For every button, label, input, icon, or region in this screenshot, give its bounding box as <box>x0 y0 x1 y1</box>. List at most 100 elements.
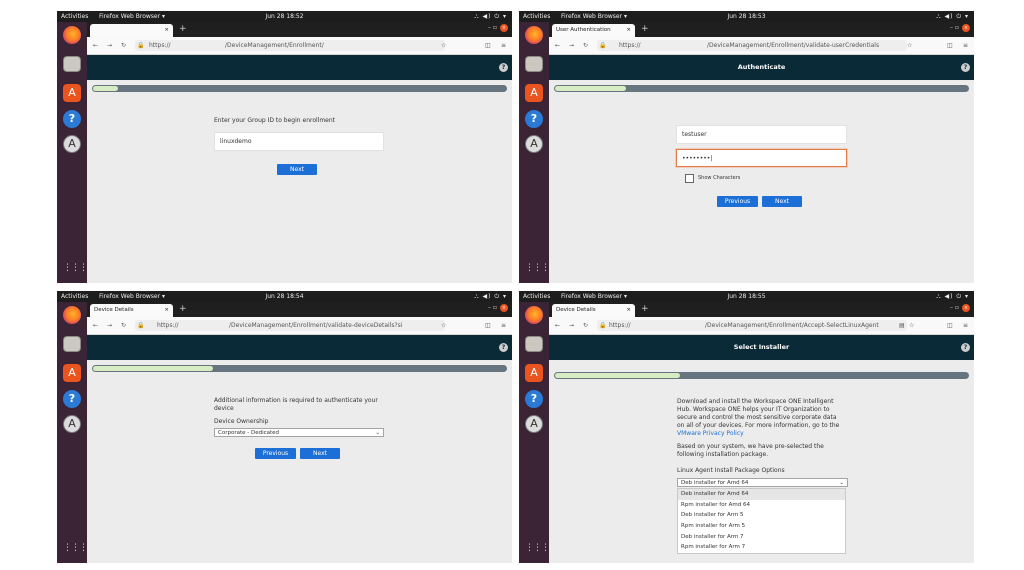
min-max-icons[interactable]: – ▫ <box>950 24 959 31</box>
updater-icon[interactable]: A <box>525 135 543 153</box>
system-tray[interactable]: ⛬ ◀) ⏻ ▾ <box>936 291 969 302</box>
firefox-icon[interactable] <box>63 306 81 324</box>
updater-icon[interactable]: A <box>525 415 543 433</box>
updater-icon[interactable]: A <box>63 135 81 153</box>
privacy-policy-link[interactable]: VMware Privacy Policy <box>677 430 744 437</box>
bookmark-star-icon[interactable]: ☆ <box>441 317 446 334</box>
help-question-icon[interactable]: ? <box>499 343 508 352</box>
url-bar[interactable]: 🔒 https:// /DeviceManagement/Enrollment/ <box>135 40 445 51</box>
url-bar[interactable]: 🔒 https:// /DeviceManagement/Enrollment/… <box>597 40 907 51</box>
help-icon[interactable]: ? <box>525 390 543 408</box>
browser-tab[interactable]: × <box>90 24 173 37</box>
forward-icon[interactable]: → <box>569 37 574 54</box>
software-store-icon[interactable]: A <box>63 364 81 382</box>
close-tab-icon[interactable]: × <box>164 304 169 317</box>
ownership-select[interactable]: Corporate - Dedicated ⌄ <box>214 428 384 437</box>
pocket-icon[interactable]: ◫ <box>485 317 491 334</box>
app-menu[interactable]: Firefox Web Browser ▾ <box>561 291 627 302</box>
system-tray[interactable]: ⛬ ◀) ⏻ ▾ <box>474 11 507 22</box>
clock[interactable]: Jun 28 18:52 <box>265 11 303 22</box>
username-input[interactable]: testuser <box>676 125 847 144</box>
files-icon[interactable] <box>525 336 543 352</box>
files-icon[interactable] <box>63 336 81 352</box>
pocket-icon[interactable]: ◫ <box>485 37 491 54</box>
forward-icon[interactable]: → <box>107 317 112 334</box>
package-select[interactable]: Deb installer for Amd 64 ⌄ <box>677 478 848 487</box>
option-rpm-amd64[interactable]: Rpm installer for Amd 64 <box>678 500 845 511</box>
menu-icon[interactable]: ≡ <box>501 317 506 334</box>
menu-icon[interactable]: ≡ <box>963 37 968 54</box>
min-max-icons[interactable]: – ▫ <box>488 304 497 311</box>
files-icon[interactable] <box>63 56 81 72</box>
window-close-icon[interactable]: × <box>500 304 508 312</box>
app-grid-icon[interactable]: ⋮⋮⋮ <box>525 539 550 557</box>
app-grid-icon[interactable]: ⋮⋮⋮ <box>525 259 550 277</box>
software-store-icon[interactable]: A <box>63 84 81 102</box>
option-rpm-arm7[interactable]: Rpm installer for Arm 7 <box>678 542 845 553</box>
activities-button[interactable]: Activities <box>523 11 550 22</box>
browser-tab[interactable]: Device Details × <box>552 304 635 317</box>
reader-view-icon[interactable]: ▤ <box>899 317 905 334</box>
show-characters-checkbox[interactable] <box>685 174 694 183</box>
clock[interactable]: Jun 28 18:55 <box>727 291 765 302</box>
menu-icon[interactable]: ≡ <box>963 317 968 334</box>
url-bar[interactable]: 🔒 https:// /DeviceManagement/Enrollment/… <box>135 320 445 331</box>
app-grid-icon[interactable]: ⋮⋮⋮ <box>63 539 88 557</box>
option-deb-arm7[interactable]: Deb installer for Arm 7 <box>678 532 845 543</box>
clock[interactable]: Jun 28 18:53 <box>727 11 765 22</box>
software-store-icon[interactable]: A <box>525 84 543 102</box>
window-close-icon[interactable]: × <box>962 304 970 312</box>
browser-tab[interactable]: User Authentication × <box>552 24 635 37</box>
software-store-icon[interactable]: A <box>525 364 543 382</box>
app-grid-icon[interactable]: ⋮⋮⋮ <box>63 259 88 277</box>
reload-icon[interactable]: ↻ <box>583 317 588 334</box>
browser-tab[interactable]: Device Details × <box>90 304 173 317</box>
reload-icon[interactable]: ↻ <box>121 37 126 54</box>
new-tab-button[interactable]: + <box>179 302 187 317</box>
new-tab-button[interactable]: + <box>641 302 649 317</box>
password-input[interactable]: ••••••••| <box>676 149 847 167</box>
reload-icon[interactable]: ↻ <box>583 37 588 54</box>
firefox-icon[interactable] <box>63 26 81 44</box>
activities-button[interactable]: Activities <box>61 291 88 302</box>
app-menu[interactable]: Firefox Web Browser ▾ <box>99 291 165 302</box>
min-max-icons[interactable]: – ▫ <box>488 24 497 31</box>
url-bar[interactable]: 🔒 https:// /DeviceManagement/Enrollment/… <box>597 320 907 331</box>
new-tab-button[interactable]: + <box>179 22 187 37</box>
pocket-icon[interactable]: ◫ <box>947 37 953 54</box>
app-menu[interactable]: Firefox Web Browser ▾ <box>99 11 165 22</box>
option-deb-amd64[interactable]: Deb installer for Amd 64 <box>678 489 845 500</box>
next-button[interactable]: Next <box>277 164 317 175</box>
option-deb-arm5[interactable]: Deb installer for Arm 5 <box>678 510 845 521</box>
help-question-icon[interactable]: ? <box>961 343 970 352</box>
new-tab-button[interactable]: + <box>641 22 649 37</box>
close-tab-icon[interactable]: × <box>626 24 631 37</box>
activities-button[interactable]: Activities <box>61 11 88 22</box>
forward-icon[interactable]: → <box>107 37 112 54</box>
files-icon[interactable] <box>525 56 543 72</box>
bookmark-star-icon[interactable]: ☆ <box>441 37 446 54</box>
reload-icon[interactable]: ↻ <box>121 317 126 334</box>
min-max-icons[interactable]: – ▫ <box>950 304 959 311</box>
option-rpm-arm5[interactable]: Rpm installer for Arm 5 <box>678 521 845 532</box>
previous-button[interactable]: Previous <box>255 448 296 459</box>
help-question-icon[interactable]: ? <box>961 63 970 72</box>
back-icon[interactable]: ← <box>93 37 98 54</box>
bookmark-star-icon[interactable]: ☆ <box>909 317 914 334</box>
system-tray[interactable]: ⛬ ◀) ⏻ ▾ <box>474 291 507 302</box>
pocket-icon[interactable]: ◫ <box>947 317 953 334</box>
forward-icon[interactable]: → <box>569 317 574 334</box>
previous-button[interactable]: Previous <box>717 196 758 207</box>
updater-icon[interactable]: A <box>63 415 81 433</box>
app-menu[interactable]: Firefox Web Browser ▾ <box>561 11 627 22</box>
back-icon[interactable]: ← <box>93 317 98 334</box>
help-icon[interactable]: ? <box>525 110 543 128</box>
group-id-input[interactable]: linuxdemo <box>214 132 384 151</box>
window-close-icon[interactable]: × <box>962 24 970 32</box>
back-icon[interactable]: ← <box>555 317 560 334</box>
menu-icon[interactable]: ≡ <box>501 37 506 54</box>
system-tray[interactable]: ⛬ ◀) ⏻ ▾ <box>936 11 969 22</box>
back-icon[interactable]: ← <box>555 37 560 54</box>
activities-button[interactable]: Activities <box>523 291 550 302</box>
help-question-icon[interactable]: ? <box>499 63 508 72</box>
